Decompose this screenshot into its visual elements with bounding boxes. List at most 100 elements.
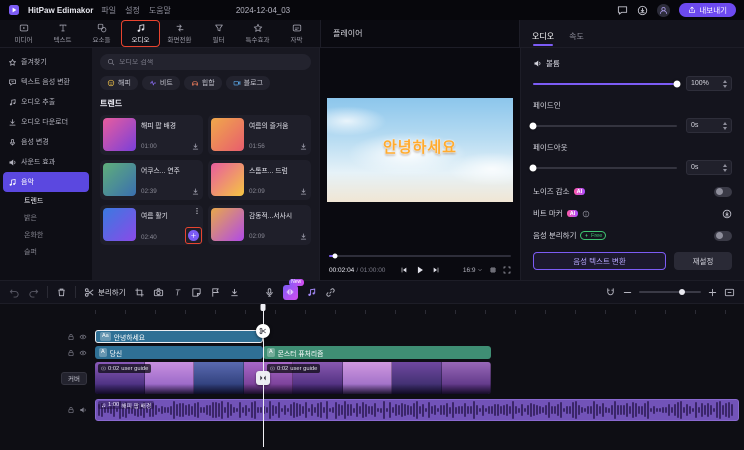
text-clip-2[interactable]: A 당신 xyxy=(95,346,263,359)
music-card[interactable]: 여름 활기 02:40 xyxy=(100,205,203,245)
step-down-icon[interactable] xyxy=(723,126,727,130)
vocal-separation-toggle[interactable] xyxy=(714,230,732,241)
ribbon-tab[interactable]: 요소들 xyxy=(83,21,120,46)
zoom-out-button[interactable] xyxy=(622,287,633,298)
download-track-icon[interactable] xyxy=(299,232,308,241)
play-button[interactable] xyxy=(415,265,425,275)
more-options-icon[interactable] xyxy=(193,207,201,215)
ribbon-tab[interactable]: 필터 xyxy=(200,21,237,46)
volume-stepper[interactable] xyxy=(723,79,727,88)
subtitle-clip[interactable]: A 몬스터 퓨처리즘 xyxy=(263,346,491,359)
speech-to-text-button[interactable]: 음성 텍스트 변환 xyxy=(533,252,666,270)
download-track-icon[interactable] xyxy=(191,187,200,196)
playhead-scissors-handle[interactable] xyxy=(256,324,270,338)
add-to-timeline-button[interactable] xyxy=(185,227,202,244)
ribbon-tab[interactable]: 오디오 xyxy=(121,20,160,47)
fade-in-slider[interactable] xyxy=(529,122,677,129)
step-down-icon[interactable] xyxy=(723,84,727,88)
category-chip[interactable]: 비트 xyxy=(141,76,180,90)
step-up-icon[interactable] xyxy=(723,79,727,83)
fade-out-slider-handle[interactable] xyxy=(529,164,537,171)
visibility-icon[interactable] xyxy=(79,333,87,341)
menu-item[interactable]: 도움말 xyxy=(149,5,171,16)
music-card[interactable]: 여름의 즐거움 01:56 xyxy=(208,115,311,155)
sidebar-subitem[interactable]: 슬퍼 xyxy=(3,243,89,260)
search-input[interactable] xyxy=(119,58,304,66)
voiceover-button[interactable] xyxy=(264,287,275,298)
marker-button[interactable] xyxy=(210,287,221,298)
export-frame-button[interactable] xyxy=(229,287,240,298)
download-track-icon[interactable] xyxy=(299,187,308,196)
aspect-ratio-select[interactable]: 16:9 xyxy=(463,267,483,274)
fade-in-slider-handle[interactable] xyxy=(529,122,537,129)
sticker-button[interactable] xyxy=(191,287,202,298)
playhead-marker[interactable] xyxy=(260,304,266,311)
download-track-icon[interactable] xyxy=(191,142,200,151)
ribbon-tab[interactable]: 텍스트 xyxy=(44,21,81,46)
redo-button[interactable] xyxy=(28,287,39,298)
add-text-button[interactable]: T xyxy=(172,287,183,298)
timeline-zoom-slider[interactable] xyxy=(639,289,701,295)
mute-icon[interactable] xyxy=(79,406,87,414)
volume-slider[interactable] xyxy=(533,80,681,87)
download-track-icon[interactable] xyxy=(299,142,308,151)
seek-bar[interactable] xyxy=(320,252,520,260)
fullscreen-icon[interactable] xyxy=(503,266,511,274)
step-down-icon[interactable] xyxy=(723,168,727,172)
noise-reduction-toggle[interactable] xyxy=(714,186,732,197)
sidebar-subitem[interactable]: 트렌드 xyxy=(3,192,89,209)
lock-icon[interactable] xyxy=(67,406,75,414)
fade-in-stepper[interactable] xyxy=(723,121,727,130)
music-card[interactable]: 스톰프... 드럼 02:09 xyxy=(208,160,311,200)
undo-button[interactable] xyxy=(9,287,20,298)
search-bar[interactable] xyxy=(100,54,311,70)
fade-in-value-field[interactable]: 0s xyxy=(686,118,732,133)
timeline-ruler[interactable] xyxy=(95,304,744,314)
sidebar-item[interactable]: 사운드 효과 xyxy=(3,152,89,172)
sidebar-subitem[interactable]: 밝은 xyxy=(3,209,89,226)
zoom-slider-handle[interactable] xyxy=(679,289,686,295)
vocal-separation-button[interactable] xyxy=(306,287,317,298)
volume-slider-handle[interactable] xyxy=(673,80,681,87)
feedback-icon[interactable] xyxy=(617,5,628,16)
category-chip[interactable]: 힙합 xyxy=(183,76,222,90)
lock-icon[interactable] xyxy=(67,349,75,357)
menu-item[interactable]: 설정 xyxy=(125,5,140,16)
seek-handle[interactable] xyxy=(332,253,338,259)
timeline[interactable]: 커버 Aa 안녕하세요 A 당신 A 몬스터 퓨처리즘 0:02 user gu… xyxy=(0,304,744,450)
fade-out-slider[interactable] xyxy=(529,164,677,171)
downloads-icon[interactable] xyxy=(637,5,648,16)
visibility-icon[interactable] xyxy=(79,349,87,357)
avatar[interactable] xyxy=(657,3,671,17)
ribbon-tab[interactable]: 자막 xyxy=(278,21,315,46)
snapshot-button[interactable] xyxy=(153,287,164,298)
lock-icon[interactable] xyxy=(67,333,75,341)
next-frame-button[interactable] xyxy=(432,266,440,274)
category-chip[interactable]: 블로그 xyxy=(225,76,270,90)
ribbon-tab[interactable]: 미디어 xyxy=(5,21,42,46)
tab-audio[interactable]: 오디오 xyxy=(532,31,554,47)
step-up-icon[interactable] xyxy=(723,163,727,167)
volume-value-field[interactable]: 100% xyxy=(686,76,732,91)
step-up-icon[interactable] xyxy=(723,121,727,125)
fade-out-value-field[interactable]: 0s xyxy=(686,160,732,175)
tab-speed[interactable]: 속도 xyxy=(569,31,584,47)
sidebar-subitem[interactable]: 온화한 xyxy=(3,226,89,243)
video-clip[interactable]: 0:02 user guide 0:02 user guide xyxy=(95,362,491,394)
music-card[interactable]: 해피 팝 배경 01:00 xyxy=(100,115,203,155)
audio-to-text-button[interactable]: New xyxy=(282,278,304,300)
text-clip-1[interactable]: Aa 안녕하세요 xyxy=(95,330,263,343)
sidebar-item[interactable]: 오디오 다운로더 xyxy=(3,112,89,132)
sidebar-item[interactable]: 즐겨찾기 xyxy=(3,52,89,72)
delete-button[interactable] xyxy=(56,287,67,298)
beat-marker-download-icon[interactable] xyxy=(722,209,732,219)
ribbon-tab[interactable]: 특수효과 xyxy=(239,21,276,46)
sidebar-item[interactable]: 오디오 추출 xyxy=(3,92,89,112)
export-button[interactable]: 내보내기 xyxy=(679,3,736,17)
music-card[interactable]: 어쿠스... 연주 02:39 xyxy=(100,160,203,200)
menu-item[interactable]: 파일 xyxy=(101,5,116,16)
video-preview[interactable]: 안녕하세요 xyxy=(327,98,513,202)
cover-button[interactable]: 커버 xyxy=(61,371,87,385)
split-button[interactable]: 분리하기 xyxy=(84,287,126,298)
snap-toggle[interactable] xyxy=(605,287,616,298)
